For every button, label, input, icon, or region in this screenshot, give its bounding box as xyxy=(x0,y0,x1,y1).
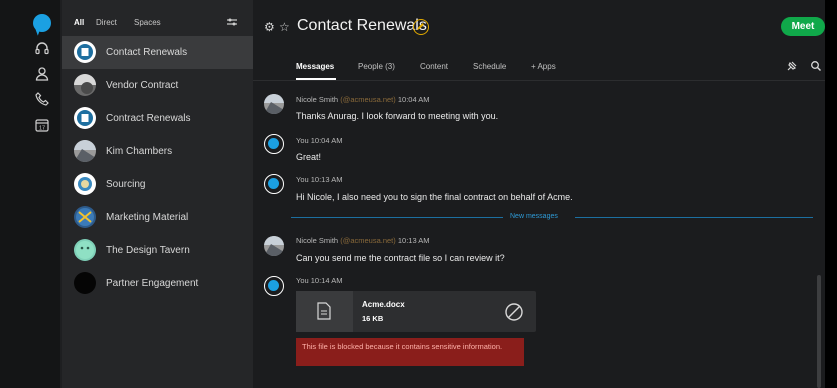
star-icon[interactable]: ☆ xyxy=(279,20,290,34)
sender-email: (@acmeusa.net) xyxy=(340,95,396,104)
message-meta: You 10:14 AM xyxy=(296,276,342,285)
space-name: Sourcing xyxy=(106,179,146,190)
file-icon-box xyxy=(296,291,353,332)
space-item[interactable]: The Design Tavern xyxy=(62,234,253,267)
filter-direct[interactable]: Direct xyxy=(96,18,117,27)
space-name: The Design Tavern xyxy=(106,245,190,256)
phone-icon[interactable] xyxy=(33,90,51,108)
message-time: 10:13 AM xyxy=(397,236,430,245)
space-item[interactable]: Vendor Contract xyxy=(62,69,253,102)
filter-all[interactable]: All xyxy=(74,18,84,27)
space-header: ⚙ ☆ Contact Renewals Meet Messages Peopl… xyxy=(253,0,825,81)
space-name: Partner Engagement xyxy=(106,278,199,289)
nav-rail: 17 xyxy=(0,0,60,388)
blocked-warning: This file is blocked because it contains… xyxy=(296,338,524,366)
space-name: Contract Renewals xyxy=(106,113,191,124)
message-text: Can you send me the contract file so I c… xyxy=(296,253,505,263)
space-avatar xyxy=(74,74,96,96)
filter-settings-icon[interactable] xyxy=(227,17,237,27)
contacts-icon[interactable] xyxy=(33,65,51,83)
filter-bar: All Direct Spaces xyxy=(62,0,253,34)
space-name: Vendor Contract xyxy=(106,80,179,91)
space-avatar xyxy=(74,41,96,63)
active-tab-indicator xyxy=(296,78,336,80)
message-text: Thanks Anurag. I look forward to meeting… xyxy=(296,111,499,121)
tab-content[interactable]: Content xyxy=(420,62,448,71)
tab-people[interactable]: People (3) xyxy=(358,62,395,71)
divider-line xyxy=(575,217,813,218)
message-time: 10:14 AM xyxy=(310,276,343,285)
space-item[interactable]: Partner Engagement xyxy=(62,267,253,300)
message-time: 10:13 AM xyxy=(310,175,343,184)
tab-messages[interactable]: Messages xyxy=(296,62,334,71)
sender-name: Nicole Smith xyxy=(296,236,339,245)
space-item[interactable]: Marketing Material xyxy=(62,201,253,234)
space-item[interactable]: Contract Renewals xyxy=(62,102,253,135)
edit-title-icon[interactable] xyxy=(413,19,429,35)
file-name: Acme.docx xyxy=(362,300,405,309)
scrollbar[interactable] xyxy=(817,275,821,388)
avatar[interactable] xyxy=(264,236,284,256)
space-avatar xyxy=(74,239,96,261)
message-text: Hi Nicole, I also need you to sign the f… xyxy=(296,192,573,202)
sender-email: (@acmeusa.net) xyxy=(340,236,396,245)
meet-button[interactable]: Meet xyxy=(781,17,825,36)
message-meta: Nicole Smith (@acmeusa.net) 10:13 AM xyxy=(296,236,430,245)
space-item[interactable]: Sourcing xyxy=(62,168,253,201)
space-avatar xyxy=(74,173,96,195)
space-name: Kim Chambers xyxy=(106,146,173,157)
svg-text:17: 17 xyxy=(39,126,45,132)
message-meta: You 10:13 AM xyxy=(296,175,342,184)
headset-icon[interactable] xyxy=(33,40,51,58)
new-messages-divider: New messages xyxy=(510,213,558,220)
sender-name: You xyxy=(296,136,309,145)
space-name: Marketing Material xyxy=(106,212,189,223)
document-icon xyxy=(317,302,331,320)
message-time: 10:04 AM xyxy=(310,136,343,145)
avatar[interactable] xyxy=(264,174,284,194)
space-item[interactable]: Kim Chambers xyxy=(62,135,253,168)
space-avatar xyxy=(74,107,96,129)
sender-name: Nicole Smith xyxy=(296,95,339,104)
avatar[interactable] xyxy=(264,134,284,154)
conversation-pane: ⚙ ☆ Contact Renewals Meet Messages Peopl… xyxy=(253,0,825,388)
message-text: Great! xyxy=(296,152,322,162)
calendar-icon[interactable]: 17 xyxy=(33,116,51,134)
search-icon[interactable] xyxy=(810,60,822,72)
blocked-icon xyxy=(505,303,523,321)
space-name: Contact Renewals xyxy=(106,47,188,58)
space-item[interactable]: Contact Renewals xyxy=(62,36,253,69)
message-meta: Nicole Smith (@acmeusa.net) 10:04 AM xyxy=(296,95,430,104)
settings-icon[interactable]: ⚙ xyxy=(264,20,275,34)
tab-schedule[interactable]: Schedule xyxy=(473,62,506,71)
pin-icon[interactable] xyxy=(786,60,798,72)
webex-logo-icon[interactable] xyxy=(33,14,51,32)
sender-name: You xyxy=(296,276,309,285)
tab-apps[interactable]: + Apps xyxy=(531,62,556,71)
space-title: Contact Renewals xyxy=(297,17,427,34)
message-meta: You 10:04 AM xyxy=(296,136,342,145)
filter-spaces[interactable]: Spaces xyxy=(134,18,161,27)
divider-line xyxy=(291,217,503,218)
space-avatar xyxy=(74,272,96,294)
app-window: 17 All Direct Spaces Contact Renewals Ve… xyxy=(0,0,825,388)
spaces-panel: All Direct Spaces Contact Renewals Vendo… xyxy=(62,0,253,388)
sender-name: You xyxy=(296,175,309,184)
space-avatar xyxy=(74,140,96,162)
avatar[interactable] xyxy=(264,94,284,114)
avatar[interactable] xyxy=(264,276,284,296)
message-time: 10:04 AM xyxy=(397,95,430,104)
file-attachment[interactable]: Acme.docx 16 KB xyxy=(296,291,536,332)
space-avatar xyxy=(74,206,96,228)
file-size: 16 KB xyxy=(362,314,384,323)
